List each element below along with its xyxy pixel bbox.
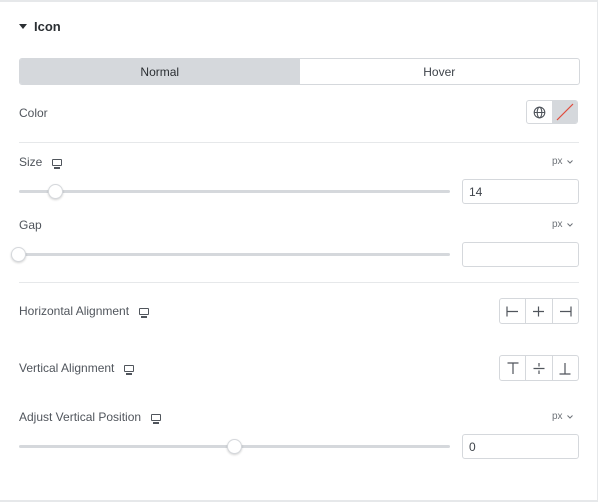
gap-label: Gap: [19, 218, 42, 232]
size-slider-track[interactable]: [19, 190, 450, 193]
align-center-horizontal-icon: [533, 306, 545, 316]
divider: [19, 142, 579, 143]
desktop-device-icon[interactable]: [52, 158, 63, 169]
gap-slider-track[interactable]: [19, 253, 450, 256]
adjust-vertical-position-unit-select[interactable]: px: [552, 411, 573, 422]
adjust-vertical-position-input[interactable]: [462, 434, 579, 459]
align-end-horizontal-icon: [559, 306, 572, 316]
gap-unit-label: px: [552, 219, 563, 230]
caret-down-icon: [19, 23, 27, 29]
align-top-icon: [507, 361, 519, 374]
color-control: [526, 100, 578, 124]
align-end-horizontal-button[interactable]: [551, 299, 578, 323]
align-start-horizontal-icon: [506, 306, 519, 316]
horizontal-alignment-label: Horizontal Alignment: [19, 304, 150, 318]
desktop-device-icon[interactable]: [124, 364, 135, 375]
panel-top-border: [0, 0, 598, 2]
color-label: Color: [19, 106, 48, 120]
align-top-button[interactable]: [500, 356, 525, 380]
globe-icon: [533, 106, 546, 118]
color-label-text: Color: [19, 106, 48, 120]
size-input[interactable]: [462, 179, 579, 204]
desktop-device-icon[interactable]: [151, 413, 162, 424]
adjust-vertical-position-label: Adjust Vertical Position: [19, 410, 162, 424]
align-start-horizontal-button[interactable]: [500, 299, 525, 323]
global-colors-button[interactable]: [527, 101, 552, 123]
chevron-down-icon: [566, 159, 573, 164]
divider: [19, 282, 579, 283]
align-middle-icon: [533, 362, 545, 374]
align-bottom-button[interactable]: [551, 356, 578, 380]
desktop-device-icon[interactable]: [139, 307, 150, 318]
chevron-down-icon: [566, 414, 573, 419]
size-unit-label: px: [552, 156, 563, 167]
size-slider-handle[interactable]: [48, 184, 63, 199]
vertical-alignment-label-text: Vertical Alignment: [19, 361, 115, 375]
align-center-horizontal-button[interactable]: [525, 299, 551, 323]
color-picker-swatch[interactable]: [551, 101, 577, 123]
align-bottom-icon: [559, 362, 571, 375]
no-color-swatch-icon: [556, 103, 574, 121]
gap-label-text: Gap: [19, 218, 42, 232]
gap-unit-select[interactable]: px: [552, 219, 573, 230]
vertical-alignment-label: Vertical Alignment: [19, 361, 135, 375]
tab-normal[interactable]: Normal: [20, 59, 300, 84]
gap-input[interactable]: [462, 242, 579, 267]
size-label-text: Size: [19, 155, 43, 169]
vertical-alignment-choices: [499, 355, 579, 381]
adjust-vertical-position-slider-handle[interactable]: [227, 439, 242, 454]
align-middle-button[interactable]: [525, 356, 551, 380]
adjust-vertical-position-label-text: Adjust Vertical Position: [19, 410, 142, 424]
state-tabs: Normal Hover: [19, 58, 580, 85]
tab-hover[interactable]: Hover: [300, 59, 580, 84]
section-title: Icon: [34, 18, 61, 34]
chevron-down-icon: [566, 222, 573, 227]
section-toggle-icon[interactable]: Icon: [19, 17, 61, 35]
horizontal-alignment-label-text: Horizontal Alignment: [19, 304, 130, 318]
size-unit-select[interactable]: px: [552, 156, 573, 167]
adjust-vertical-position-unit-label: px: [552, 411, 563, 422]
gap-slider-handle[interactable]: [11, 247, 26, 262]
horizontal-alignment-choices: [499, 298, 579, 324]
size-label: Size: [19, 155, 63, 169]
